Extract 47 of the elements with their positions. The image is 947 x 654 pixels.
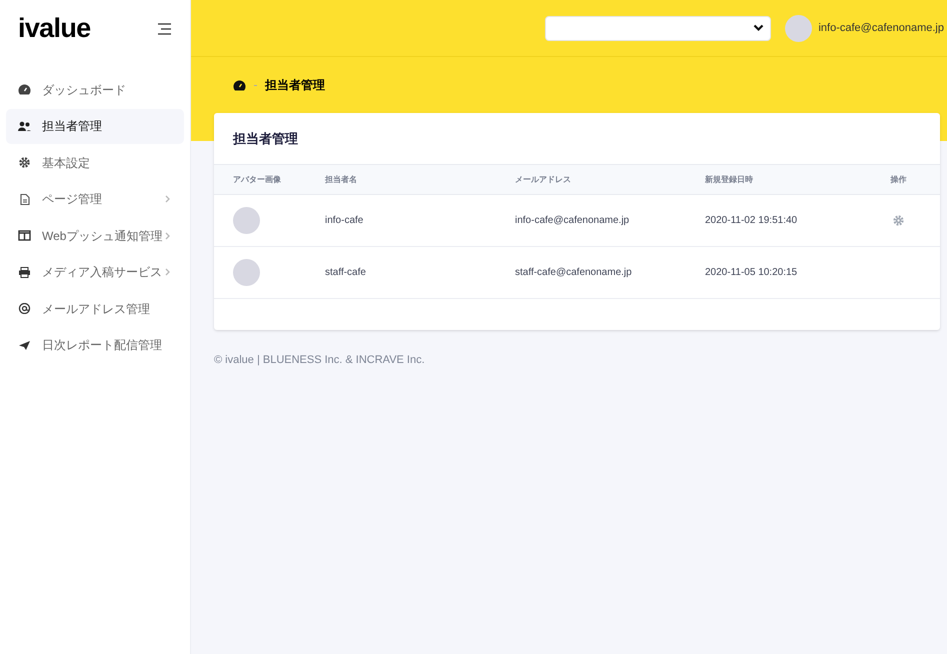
column-header: メールアドレス: [515, 174, 572, 186]
avatar: [233, 207, 260, 234]
menu-icon[interactable]: [156, 22, 172, 34]
sidebar-label: メディア入稿サービス: [42, 264, 163, 281]
logo[interactable]: ivalue: [18, 8, 90, 49]
sidebar-item[interactable]: Webプッシュ通知管理: [6, 218, 184, 253]
sidebar-label: 日次レポート配信管理: [42, 337, 163, 354]
table-cell-text: 2020-11-05 10:20:15: [705, 266, 798, 280]
sidebar-item[interactable]: メールアドレス管理: [6, 291, 184, 326]
printer-icon: [18, 266, 31, 278]
document-icon: [18, 194, 31, 204]
panel-icon: [18, 230, 31, 241]
table-cell-text: staff-cafe: [325, 266, 367, 280]
sidebar-item[interactable]: 担当者管理: [6, 108, 184, 144]
column-header: 操作: [889, 174, 908, 186]
sidebar-label: メールアドレス管理: [42, 300, 151, 318]
select-field[interactable]: [545, 16, 772, 40]
users-icon: [18, 120, 31, 132]
settings-icon: [18, 157, 31, 168]
settings-icon[interactable]: [893, 215, 904, 226]
send-icon: [18, 340, 31, 350]
avatar: [233, 259, 260, 286]
dashboard-icon: [18, 84, 31, 95]
table-cell-text: 2020-11-02 19:51:40: [705, 214, 798, 228]
dashboard-icon[interactable]: [233, 80, 246, 90]
sidebar-label: ページ管理: [42, 191, 103, 208]
sidebar-label: Webプッシュ通知管理: [42, 228, 164, 244]
sidebar-label: 基本設定: [42, 154, 91, 172]
column-header: 新規登録日時: [705, 174, 754, 186]
breadcrumb-current: 担当者管理: [265, 77, 325, 94]
table-cell-text: info-cafe@cafenoname.jp: [515, 214, 630, 228]
table-cell-text: info-cafe: [325, 214, 364, 228]
sidebar-item[interactable]: メディア入稿サービス: [6, 254, 184, 290]
sidebar-item[interactable]: ページ管理: [6, 182, 184, 216]
user-email[interactable]: info-cafe@cafenoname.jp: [818, 20, 944, 36]
chevron-down-icon: [753, 24, 764, 32]
column-header: 担当者名: [325, 174, 358, 186]
footer-text: © ivalue | BLUENESS Inc. & INCRAVE Inc.: [214, 353, 426, 368]
sidebar-item[interactable]: 基本設定: [6, 145, 184, 180]
column-header: アバター画像: [232, 174, 282, 186]
card-title: 担当者管理: [232, 130, 299, 148]
sidebar-label: 担当者管理: [42, 118, 103, 135]
at-icon: [18, 303, 31, 314]
table-cell-text: staff-cafe@cafenoname.jp: [515, 266, 633, 280]
sidebar-item[interactable]: ダッシュボード: [6, 72, 184, 107]
sidebar-label: ダッシュボード: [42, 82, 127, 98]
sidebar-item[interactable]: 日次レポート配信管理: [6, 328, 184, 362]
